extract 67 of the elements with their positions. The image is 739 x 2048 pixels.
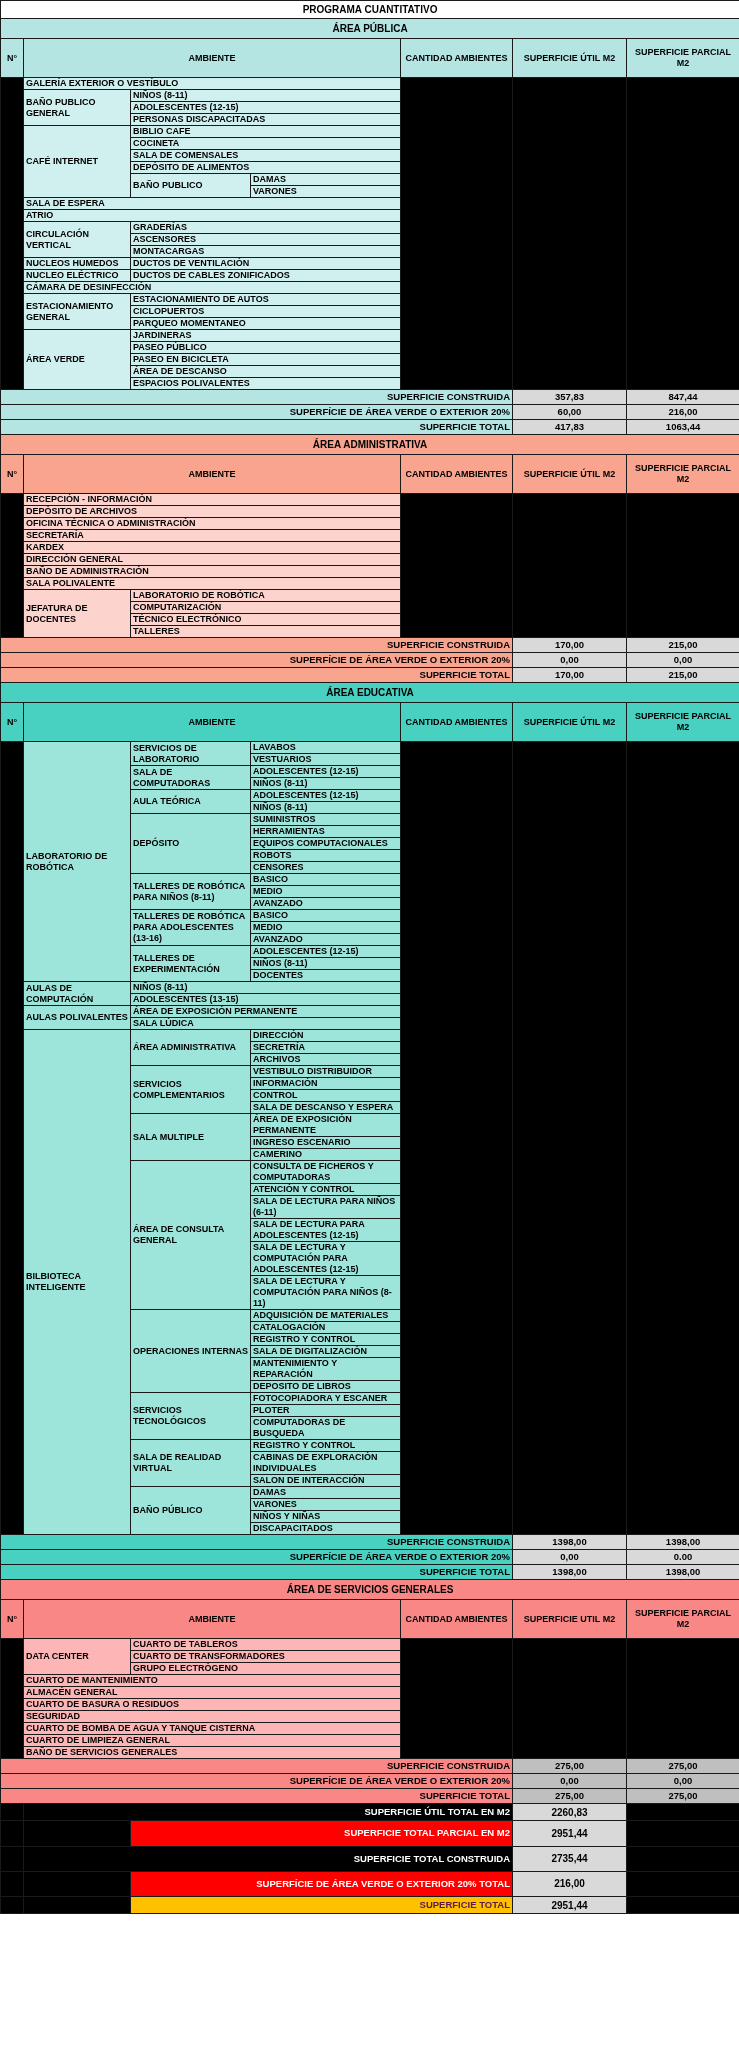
column-header: N° [0, 1599, 24, 1639]
table-cell: JEFATURA DE DOCENTES [23, 589, 131, 638]
column-header: SUPERFICIE PARCIAL M2 [626, 454, 739, 494]
table-cell: ÁREA VERDE [23, 329, 131, 390]
table-cell: ÁREA DE CONSULTA GENERAL [130, 1160, 251, 1310]
section-title: ÁREA DE SERVICIOS GENERALES [0, 1579, 739, 1600]
table-cell: BAÑO PÚBLICO [130, 1486, 251, 1535]
table-cell: TALLERES DE ROBÓTICA PARA NIÑOS (8-11) [130, 873, 251, 910]
column-header: N° [0, 702, 24, 742]
column-header: SUPERFICIE UTIL M2 [512, 1599, 627, 1639]
table-cell: BAÑO PUBLICO GENERAL [23, 89, 131, 126]
table-cell: SERVICIOS COMPLEMENTARIOS [130, 1065, 251, 1114]
table-cell: AULAS DE COMPUTACIÓN [23, 981, 131, 1006]
column-header: SUPERFICIE ÚTIL M2 [512, 454, 627, 494]
table-cell: CAFÉ INTERNET [23, 125, 131, 198]
table-cell: SALA DE LECTURA Y COMPUTACIÓN PARA NIÑOS (8-11) [250, 1275, 401, 1310]
table-cell: AULA TEÓRICA [130, 789, 251, 814]
column-header: CANTIDAD AMBIENTES [400, 454, 513, 494]
summary-label: SUPERFICIE TOTAL CONSTRUIDA [23, 1846, 513, 1872]
table-cell: CABINAS DE EXPLORACIÓN INDIVIDUALES [250, 1451, 401, 1475]
table-cell: TALLERES DE ROBÓTICA PARA ADOLESCENTES (13-16) [130, 909, 251, 946]
table-cell: AULAS POLIVALENTES [23, 1005, 131, 1030]
table-cell: DEPÓSITO [130, 813, 251, 874]
summary-label: SUPERFICIE TOTAL PARCIAL EN M2 [130, 1820, 513, 1846]
column-header: SUPERFICIE PARCIAL M2 [626, 1599, 739, 1639]
table-cell: SERVICIOS DE LABORATORIO [130, 741, 251, 766]
table-cell: DATA CENTER [23, 1638, 131, 1675]
table-cell: SALA DE LECTURA Y COMPUTACIÓN PARA ADOLESCENTES (12-15) [250, 1241, 401, 1276]
table-cell: CIRCULACIÓN VERTICAL [23, 221, 131, 258]
column-header: AMBIENTE [23, 1599, 401, 1639]
summary-value: 2735,44 [512, 1846, 627, 1872]
column-header: AMBIENTE [23, 38, 401, 78]
summary-value: 216,00 [512, 1871, 627, 1897]
table-cell: LABORATORIO DE ROBÓTICA [23, 741, 131, 982]
summary-value: 2951,44 [512, 1820, 627, 1846]
column-header: CANTIDAD AMBIENTES [400, 702, 513, 742]
column-header: CANTIDAD AMBIENTES [400, 38, 513, 78]
table-cell: MANTENIMIENTO Y REPARACIÓN [250, 1357, 401, 1381]
table-cell: SALA DE LECTURA PARA ADOLESCENTES (12-15) [250, 1218, 401, 1242]
column-header: AMBIENTE [23, 702, 401, 742]
table-cell: OPERACIONES INTERNAS [130, 1309, 251, 1393]
table-cell: BAÑO PUBLICO [130, 173, 251, 198]
section-title: ÁREA ADMINISTRATIVA [0, 434, 739, 455]
column-header: SUPERFICIE ÚTIL M2 [512, 702, 627, 742]
table-cell: ESTACIONAMIENTO GENERAL [23, 293, 131, 330]
column-header: SUPERFICIE PARCIAL M2 [626, 702, 739, 742]
column-header: N° [0, 454, 24, 494]
table-cell: SALA DE LECTURA PARA NIÑOS (6-11) [250, 1195, 401, 1219]
sheet-title: PROGRAMA CUANTITATIVO [0, 0, 739, 19]
table-cell: SALA MULTIPLE [130, 1113, 251, 1161]
table-cell: TALLERES DE EXPERIMENTACIÓN [130, 945, 251, 982]
table-cell: SALA DE COMPUTADORAS [130, 765, 251, 790]
column-header: SUPERFICIE PARCIAL M2 [626, 38, 739, 78]
column-header: N° [0, 38, 24, 78]
table-cell: ÁREA ADMINISTRATIVA [130, 1029, 251, 1066]
table-cell: COMPUTADORAS DE BUSQUEDA [250, 1416, 401, 1440]
column-header: SUPERFICIE ÚTIL M2 [512, 38, 627, 78]
table-cell: SALA DE REALIDAD VIRTUAL [130, 1439, 251, 1487]
table-cell: ÁREA DE EXPOSICIÓN PERMANENTE [250, 1113, 401, 1137]
table-cell: BILBIOTECA INTELIGENTE [23, 1029, 131, 1535]
column-header: AMBIENTE [23, 454, 401, 494]
section-title: ÁREA EDUCATIVA [0, 682, 739, 703]
table-cell: CONSULTA DE FICHEROS Y COMPUTADORAS [250, 1160, 401, 1184]
section-title: ÁREA PÚBLICA [0, 18, 739, 39]
summary-label: SUPERFÍCIE DE ÁREA VERDE O EXTERIOR 20% TOTAL [130, 1871, 513, 1897]
column-header: CANTIDAD AMBIENTES [400, 1599, 513, 1639]
table-cell: SERVICIOS TECNOLÓGICOS [130, 1392, 251, 1440]
